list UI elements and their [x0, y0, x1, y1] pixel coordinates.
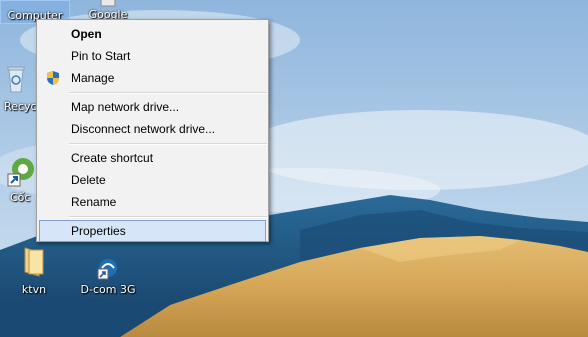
- folder-icon: [24, 247, 44, 277]
- menu-item-label: Rename: [71, 195, 117, 209]
- coccoc-browser-icon: [7, 158, 34, 187]
- menu-item-map-network-drive[interactable]: Map network drive...: [39, 96, 266, 118]
- menu-item-disconnect-network-drive[interactable]: Disconnect network drive...: [39, 118, 266, 140]
- menu-item-pin-to-start[interactable]: Pin to Start: [39, 45, 266, 67]
- menu-item-label: Manage: [71, 71, 115, 85]
- menu-item-properties[interactable]: Properties: [39, 220, 266, 242]
- desktop-icon-ktvn[interactable]: ktvn: [2, 246, 66, 298]
- menu-item-open[interactable]: Open: [39, 23, 266, 45]
- recycle-bin-icon: [7, 66, 25, 93]
- desktop-icon-recycle-bin[interactable]: Recyc: [0, 64, 38, 116]
- desktop-icon-dcom[interactable]: D-com 3G: [76, 256, 140, 298]
- menu-item-create-shortcut[interactable]: Create shortcut: [39, 147, 266, 169]
- menu-item-label: Properties: [71, 224, 126, 238]
- desktop-icon-label: D-com 3G: [80, 283, 136, 296]
- desktop-icon-label: ktvn: [21, 283, 47, 296]
- menu-item-label: Pin to Start: [71, 49, 131, 63]
- menu-item-label: Delete: [71, 173, 106, 187]
- menu-item-label: Open: [71, 27, 102, 41]
- menu-item-label: Disconnect network drive...: [71, 122, 216, 136]
- uac-shield-icon: [47, 71, 59, 85]
- menu-item-rename[interactable]: Rename: [39, 191, 266, 213]
- context-menu: Open Pin to Start Manage Map network dri…: [36, 19, 269, 242]
- menu-item-label: Create shortcut: [71, 151, 154, 165]
- desktop[interactable]: Computer Google Recyc Cốc ktvn D-com 3G …: [0, 0, 588, 337]
- menu-item-manage[interactable]: Manage: [39, 67, 266, 89]
- google-chrome-icon: [100, 0, 116, 7]
- menu-separator: [69, 143, 267, 145]
- dcom-3g-icon: [97, 259, 117, 280]
- menu-separator: [69, 92, 267, 94]
- menu-item-delete[interactable]: Delete: [39, 169, 266, 191]
- menu-item-label: Map network drive...: [71, 100, 180, 114]
- menu-separator: [69, 216, 267, 218]
